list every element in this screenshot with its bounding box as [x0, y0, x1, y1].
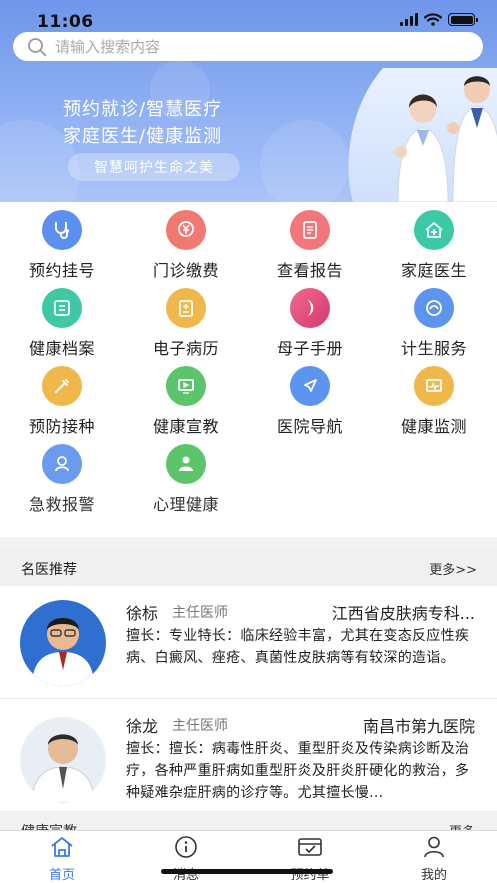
service-family-doctor[interactable]: 家庭医生 [372, 210, 496, 281]
service-label: 预约挂号 [28, 261, 95, 280]
section-divider [0, 537, 497, 549]
health-education-icon [166, 366, 206, 406]
service-label: 健康宣教 [152, 417, 219, 436]
health-education-section-header: 健康宣教 更多 [0, 812, 497, 830]
section-title: 名医推荐 [21, 562, 77, 578]
psychology-icon [166, 444, 206, 484]
service-label: 医院导航 [276, 417, 343, 436]
vaccine-icon [42, 366, 82, 406]
service-label: 计生服务 [400, 339, 467, 358]
tab-label: 首页 [48, 868, 75, 883]
health-file-icon [42, 288, 82, 328]
search-bar[interactable]: 请输入搜索内容 [13, 32, 483, 61]
service-label: 家庭医生 [400, 261, 467, 280]
service-appointment[interactable]: 预约挂号 [0, 210, 124, 281]
service-health-education[interactable]: 健康宣教 [124, 366, 248, 437]
doctor-hospital: 南昌市第九医院 [362, 717, 475, 736]
service-vaccine[interactable]: 预防接种 [0, 366, 124, 437]
banner-pill[interactable]: 智慧呵护生命之美 [68, 153, 240, 181]
service-label: 健康监测 [400, 417, 467, 436]
service-family-planning[interactable]: 计生服务 [372, 288, 496, 359]
family-planning-icon [414, 288, 454, 328]
service-label: 预防接种 [28, 417, 95, 436]
doctors-banner-image [348, 68, 497, 202]
emergency-icon [42, 444, 82, 484]
home-icon [51, 837, 73, 857]
appointment-icon [298, 838, 322, 856]
status-time: 11:06 [37, 12, 94, 32]
navigation-icon [290, 366, 330, 406]
doctors-section-header: 名医推荐 更多>> [0, 549, 497, 586]
info-icon [175, 836, 197, 858]
stethoscope-icon [42, 210, 82, 250]
header-banner: 11:06 请输入搜索内容 预约就诊/智慧医疗 家庭医生/健康监测 智慧呵护生命… [0, 0, 497, 202]
service-health-file[interactable]: 健康档案 [0, 288, 124, 359]
banner-slogan-1: 预约就诊/智慧医疗 [63, 99, 223, 120]
bottom-tab-bar: 首页 消息 预约单 我的 [0, 830, 497, 883]
banner-slogan-2: 家庭医生/健康监测 [63, 126, 223, 147]
yuan-payment-icon [166, 210, 206, 250]
mother-child-icon [290, 288, 330, 328]
service-payment[interactable]: 门诊缴费 [124, 210, 248, 281]
report-icon [290, 210, 330, 250]
tab-label: 我的 [420, 868, 447, 883]
service-report[interactable]: 查看报告 [248, 210, 372, 281]
service-medical-record[interactable]: 电子病历 [124, 288, 248, 359]
tab-profile[interactable]: 我的 [394, 835, 474, 883]
service-label: 急救报警 [28, 495, 95, 514]
doctor-description: 擅长：擅长：病毒性肝炎、重型肝炎及传染病诊断及治疗，各种严重肝病如重型肝炎及肝炎… [126, 741, 470, 801]
doctor-title: 主任医师 [172, 605, 228, 621]
service-label: 电子病历 [152, 339, 219, 358]
doctor-title: 主任医师 [172, 718, 228, 734]
doctor-name: 徐标 [126, 604, 159, 623]
wifi-icon [424, 13, 442, 26]
search-input[interactable]: 请输入搜索内容 [55, 36, 160, 57]
cellular-signal-icon [400, 13, 418, 26]
service-navigation[interactable]: 医院导航 [248, 366, 372, 437]
more-doctors-link[interactable]: 更多>> [429, 559, 477, 578]
service-label: 健康档案 [28, 339, 95, 358]
service-emergency[interactable]: 急救报警 [0, 444, 124, 515]
doctor-avatar [20, 600, 106, 686]
doctor-card[interactable]: 徐标 主任医师 江西省皮肤病专科... 擅长：专业特长：临床经验丰富，尤其在变态… [0, 586, 497, 699]
doctor-card[interactable]: 徐龙 主任医师 南昌市第九医院 擅长：擅长：病毒性肝炎、重型肝炎及传染病诊断及治… [0, 700, 497, 812]
service-health-monitor[interactable]: 健康监测 [372, 366, 496, 437]
section-title: 健康宣教 [21, 821, 77, 830]
medical-record-icon [166, 288, 206, 328]
doctor-hospital: 江西省皮肤病专科... [331, 604, 475, 623]
service-label: 母子手册 [276, 339, 343, 358]
search-icon [28, 37, 47, 56]
battery-icon [448, 13, 478, 26]
service-psychology[interactable]: 心理健康 [124, 444, 248, 515]
more-education-link[interactable]: 更多 [449, 821, 475, 830]
home-indicator [161, 869, 333, 874]
tab-messages[interactable]: 消息 [146, 835, 226, 883]
doctor-description: 擅长：专业特长：临床经验丰富，尤其在变态反应性疾病、白癜风、痤疮、真菌性皮肤病等… [126, 628, 470, 666]
tab-home[interactable]: 首页 [22, 835, 102, 883]
service-mother-child[interactable]: 母子手册 [248, 288, 372, 359]
doctor-name: 徐龙 [126, 717, 159, 736]
user-icon [424, 836, 444, 858]
service-label: 查看报告 [276, 261, 343, 280]
status-bar: 11:06 [0, 0, 497, 32]
monitor-icon [414, 366, 454, 406]
service-grid: 预约挂号 门诊缴费 查看报告 家庭医生 健康档案 电子病历 母子手册 计生服务 … [0, 202, 497, 547]
doctor-avatar [20, 717, 106, 803]
service-label: 心理健康 [152, 495, 219, 514]
service-label: 门诊缴费 [152, 261, 219, 280]
home-medical-icon [414, 210, 454, 250]
tab-appointments[interactable]: 预约单 [270, 835, 350, 883]
